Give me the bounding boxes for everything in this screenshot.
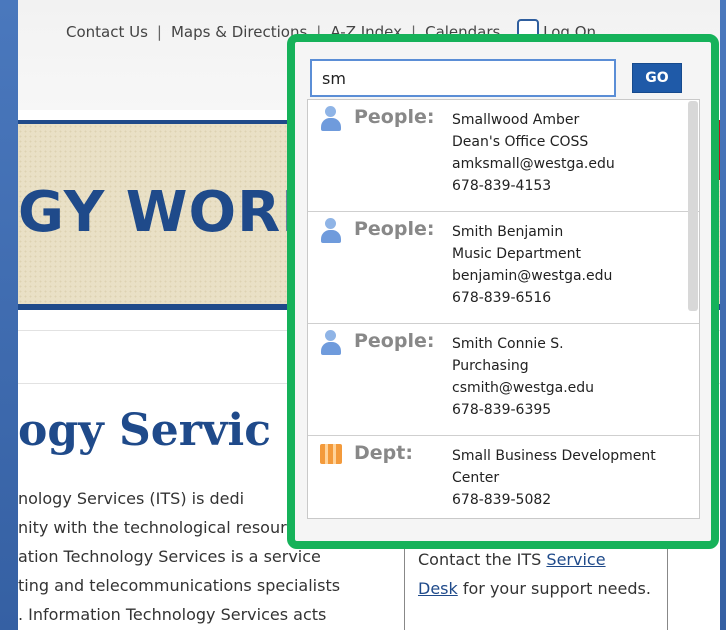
result-email: amksmall@westga.edu xyxy=(452,156,615,172)
body-line: ting and telecommunications specialists xyxy=(18,576,341,595)
go-button[interactable]: GO xyxy=(632,63,682,93)
person-icon xyxy=(320,218,342,244)
results-scrollbar[interactable] xyxy=(688,101,698,311)
result-name: Smith Benjamin xyxy=(452,224,564,240)
background-right xyxy=(720,0,726,630)
result-name: Smallwood Amber xyxy=(452,112,580,128)
result-department: Dean's Office COSS xyxy=(452,134,589,150)
result-type: People: xyxy=(354,218,435,240)
result-phone: 678-839-6395 xyxy=(452,402,552,418)
support-text-pre: Contact the ITS xyxy=(418,550,547,569)
result-name-cont: Center xyxy=(452,470,500,486)
result-name: Small Business Development xyxy=(452,448,656,464)
search-result[interactable]: People: Smallwood Amber Dean's Office CO… xyxy=(308,100,699,212)
search-input[interactable] xyxy=(310,59,616,97)
background-left xyxy=(0,0,18,630)
result-email: benjamin@westga.edu xyxy=(452,268,613,284)
page-title: ogy Servic xyxy=(18,405,272,456)
support-text: Contact the ITS Service Desk for your sup… xyxy=(418,545,658,603)
search-result[interactable]: People: Smith Connie S. Purchasing csmit… xyxy=(308,324,699,436)
result-name: Smith Connie S. xyxy=(452,336,564,352)
search-results-dropdown: People: Smallwood Amber Dean's Office CO… xyxy=(307,99,700,519)
result-department: Purchasing xyxy=(452,358,529,374)
result-type: People: xyxy=(354,106,435,128)
search-result[interactable]: People: Smith Benjamin Music Department … xyxy=(308,212,699,324)
result-email: csmith@westga.edu xyxy=(452,380,595,396)
person-icon xyxy=(320,330,342,356)
person-icon xyxy=(320,106,342,132)
result-phone: 678-839-4153 xyxy=(452,178,552,194)
body-line: . Information Technology Services acts xyxy=(18,605,327,624)
result-type: Dept: xyxy=(354,442,413,464)
result-department: Music Department xyxy=(452,246,582,262)
contact-us-link[interactable]: Contact Us xyxy=(66,23,148,41)
building-icon xyxy=(320,442,342,468)
result-type: People: xyxy=(354,330,435,352)
support-text-post: for your support needs. xyxy=(457,579,651,598)
maps-directions-link[interactable]: Maps & Directions xyxy=(171,23,307,41)
search-result[interactable]: Dept: Small Business Development Center … xyxy=(308,436,699,518)
result-phone: 678-839-6516 xyxy=(452,290,552,306)
result-phone: 678-839-5082 xyxy=(452,492,552,508)
